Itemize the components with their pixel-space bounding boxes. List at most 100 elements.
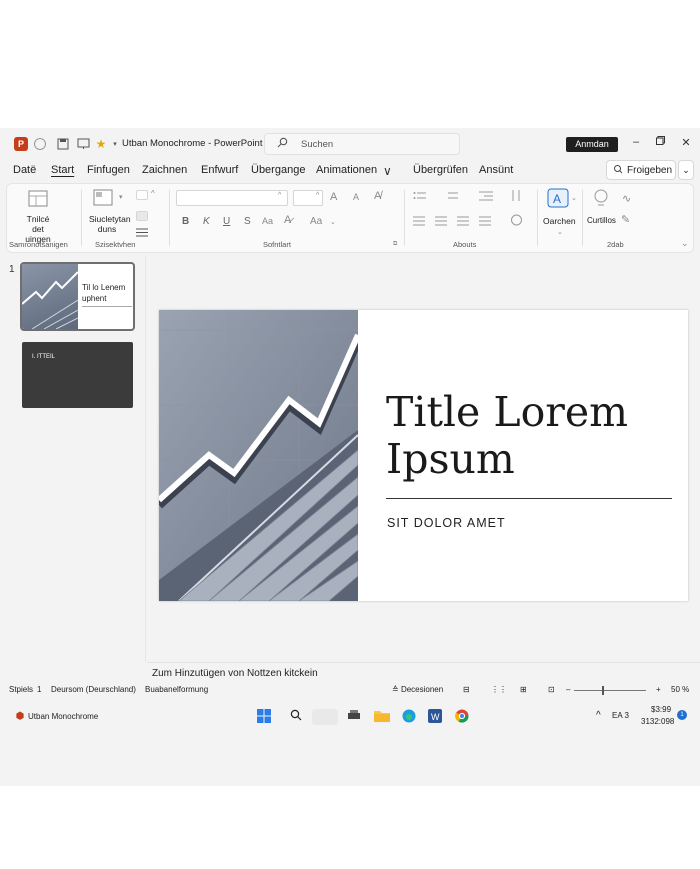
shrink-font-icon[interactable]: A: [353, 192, 359, 202]
designer-icon[interactable]: ∨: [383, 164, 392, 178]
tab-draw[interactable]: Zaichnen: [142, 164, 187, 176]
zoom-level[interactable]: 50 %: [671, 685, 689, 694]
save-icon[interactable]: [56, 137, 70, 151]
presentation-icon[interactable]: [76, 137, 90, 151]
slide-thumbnail-2[interactable]: I. ITTEIL: [22, 342, 133, 408]
list-icon[interactable]: [136, 228, 148, 240]
file-explorer-icon[interactable]: [374, 709, 390, 725]
justify-icon[interactable]: [479, 216, 491, 229]
taskbar-app-label[interactable]: Utban Monochrome: [28, 712, 98, 721]
zoom-out-icon[interactable]: –: [566, 685, 570, 694]
star-icon[interactable]: ★: [94, 137, 108, 151]
bold-button[interactable]: B: [182, 216, 189, 227]
minimize-icon[interactable]: –: [628, 136, 644, 148]
font-dialog-launcher-icon[interactable]: ⧉: [393, 241, 397, 248]
underline-button[interactable]: U: [223, 216, 230, 227]
highlight-icon[interactable]: A̷: [284, 214, 291, 226]
customize-dropdown-icon[interactable]: ▾: [108, 137, 122, 151]
tray-date[interactable]: 3132:098: [641, 717, 674, 726]
dictate-icon[interactable]: ∿: [622, 192, 631, 205]
tab-file[interactable]: Datë: [13, 164, 36, 176]
grow-font-icon[interactable]: A: [330, 191, 337, 203]
share-dropdown-icon[interactable]: ⌄: [678, 160, 694, 180]
tray-language[interactable]: EA 3: [612, 711, 629, 720]
signin-button[interactable]: Anmdan: [566, 137, 618, 152]
character-spacing-button[interactable]: Aa: [310, 216, 322, 227]
collapse-ribbon-icon[interactable]: ⌄: [681, 238, 689, 249]
thumbnail-2-title: I. ITTEIL: [32, 354, 56, 360]
bullets-icon[interactable]: [413, 191, 427, 204]
zoom-slider[interactable]: [574, 690, 646, 691]
align-center-icon[interactable]: [435, 216, 447, 229]
reset-slide-icon[interactable]: [136, 190, 148, 200]
new-slide-icon[interactable]: [28, 190, 48, 211]
outline-view-icon[interactable]: ⋮⋮: [491, 685, 507, 694]
bottom-margin: [0, 786, 700, 869]
columns-icon[interactable]: [510, 190, 522, 204]
tab-transitions[interactable]: Übergange: [251, 164, 305, 176]
notification-badge[interactable]: 1: [677, 710, 687, 720]
chrome-icon[interactable]: [454, 709, 470, 725]
tray-time[interactable]: $3:99: [651, 705, 671, 714]
find-icon[interactable]: A: [547, 188, 569, 211]
tab-view[interactable]: Ansünt: [479, 164, 513, 176]
accessibility-indicator[interactable]: Buabanelformung: [145, 685, 208, 694]
tab-insert[interactable]: Finfugen: [87, 164, 130, 176]
change-case-button[interactable]: Aa: [262, 216, 273, 226]
tab-design[interactable]: Enfwurf: [201, 164, 238, 176]
zoom-slider-handle[interactable]: [602, 686, 604, 695]
decisions-button[interactable]: ≙ Decesionen: [392, 685, 443, 694]
italic-button[interactable]: K: [203, 216, 210, 227]
slide-subtitle[interactable]: SIT DOLOR AMET: [387, 516, 506, 530]
maximize-icon[interactable]: [652, 136, 668, 148]
layout-button[interactable]: Siucletytan duns: [89, 214, 131, 234]
tray-chevron-icon[interactable]: ^: [596, 710, 601, 721]
slide-sorter-icon[interactable]: ⊞: [520, 685, 527, 694]
normal-view-icon[interactable]: ⊟: [463, 685, 470, 694]
zoom-in-icon[interactable]: +: [656, 685, 661, 694]
clear-format-icon[interactable]: A̸: [374, 190, 381, 202]
find-dropdown-icon[interactable]: ⌄: [571, 194, 577, 202]
printer-icon[interactable]: [346, 709, 362, 725]
reading-view-icon[interactable]: ⊡: [548, 685, 555, 694]
designer-button[interactable]: Curtillos: [587, 216, 616, 225]
title-divider: [386, 498, 672, 499]
tab-review[interactable]: Übergrüfen: [413, 164, 468, 176]
search-box[interactable]: Suchen: [264, 133, 460, 155]
section-icon[interactable]: [136, 211, 148, 221]
designer-bulb-icon[interactable]: [592, 188, 610, 211]
edge-icon[interactable]: [401, 709, 417, 725]
word-icon[interactable]: W: [427, 709, 443, 725]
task-view-icon[interactable]: [312, 709, 338, 725]
numbering-icon[interactable]: [445, 191, 459, 204]
find-more-icon[interactable]: ⌄: [557, 228, 563, 236]
align-left-icon[interactable]: [413, 216, 425, 229]
notes-pane[interactable]: Zum Hinzutügen von Nottzen kitckein: [147, 662, 700, 682]
thumbnail-rule: [82, 306, 132, 307]
strikethrough-button[interactable]: S: [244, 216, 251, 227]
edit-pen-icon[interactable]: ✎: [621, 213, 630, 226]
smartart-icon[interactable]: [510, 214, 523, 229]
slide-title[interactable]: Title Lorem Ipsum: [386, 389, 676, 483]
current-slide[interactable]: Title Lorem Ipsum SIT DOLOR AMET: [159, 310, 688, 601]
autosave-toggle-icon[interactable]: [34, 138, 46, 150]
start-icon[interactable]: [256, 709, 272, 725]
chevron-up-icon[interactable]: ^: [151, 189, 155, 198]
taskbar-search-icon[interactable]: [288, 709, 304, 725]
align-right-icon[interactable]: [457, 216, 469, 229]
layout-dropdown-icon[interactable]: ▾: [119, 193, 123, 201]
share-button[interactable]: Froigeben: [606, 160, 676, 180]
tab-animations[interactable]: Animationen: [316, 164, 377, 176]
font-chevron-icon: ^: [278, 192, 282, 199]
powerpoint-window: P ★ ▾ Utban Monochrome - PowerPoint Such…: [0, 128, 700, 786]
indent-icon[interactable]: [479, 191, 493, 204]
layout-icon[interactable]: [93, 189, 113, 210]
slide-photo-stairs: [159, 310, 358, 601]
slide-thumbnail-1[interactable]: Til lo Lenem uphent: [20, 262, 135, 331]
language-indicator[interactable]: Deursom (Deurschland): [51, 685, 136, 694]
close-icon[interactable]: ✕: [678, 136, 694, 149]
tab-home[interactable]: Start: [51, 164, 74, 176]
font-name-dropdown[interactable]: [176, 190, 288, 206]
find-button[interactable]: Oarchen: [543, 216, 576, 226]
title-bar: P ★ ▾ Utban Monochrome - PowerPoint Such…: [0, 128, 700, 160]
